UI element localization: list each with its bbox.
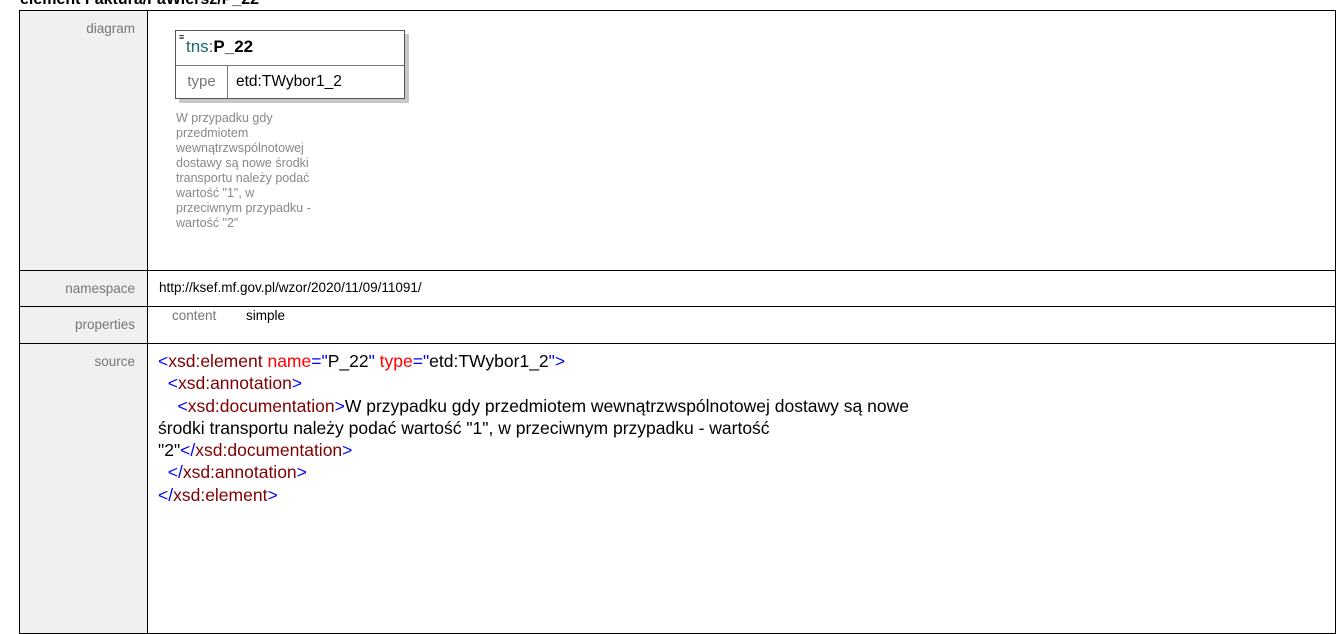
namespace-row: namespace http://ksef.mf.gov.pl/wzor/202… [19,270,1336,307]
properties-table: content simple [148,307,1335,343]
source-tag: xsd:documentation [195,440,343,461]
source-row: source <xsd:element name="P_22" type="et… [19,343,1336,634]
source-attr: type [379,351,413,371]
element-box[interactable]: ≡ tns:P_22 type etd:TWybor1_2 [175,30,405,99]
source-attr-value: P_22 [327,351,369,371]
source-line: <xsd:annotation> [167,373,303,394]
source-cell: <xsd:element name="P_22" type="etd:TWybo… [147,343,1336,634]
source-attr: name [267,351,312,371]
source-attr-value: etd:TWybor1_2 [429,351,549,371]
namespace-value: http://ksef.mf.gov.pl/wzor/2020/11/09/11… [159,280,422,295]
element-doc-table: diagram ≡ tns:P_22 type etd:TWybor1_2 W … [19,10,1336,634]
properties-cell: content simple [147,306,1336,344]
doc-line: wartość "2" [176,216,239,230]
property-key: content [172,308,217,323]
doc-line: przeciwnym przypadku - [176,201,311,215]
source-line: </xsd:element> [158,484,278,505]
element-documentation: W przypadku gdy przedmiotem wewnątrzwspó… [176,111,391,231]
diagram-label: diagram [19,10,148,271]
element-type-row: type etd:TWybor1_2 [176,66,404,98]
source-tag: xsd:documentation [187,395,335,416]
element-type-label: type [176,66,228,98]
properties-row: properties content simple [19,306,1336,344]
doc-line: przedmiotem [176,126,249,140]
namespace-cell: http://ksef.mf.gov.pl/wzor/2020/11/09/11… [147,270,1336,307]
property-value: simple [246,308,286,323]
diagram-cell: ≡ tns:P_22 type etd:TWybor1_2 W przypadk… [147,10,1336,271]
source-code: <xsd:element name="P_22" type="etd:TWybo… [148,344,1335,506]
element-title: ≡ tns:P_22 [176,31,404,66]
page-title: element Faktura/FaWiersz/P_22 [20,0,259,9]
source-tag: xsd:element [168,351,263,371]
doc-line: wewnątrzwspólnotowej [176,141,304,155]
source-tag: xsd:annotation [182,462,297,483]
source-label: source [19,343,148,634]
doc-line: transportu należy podać [176,171,310,185]
element-lines-icon: ≡ [179,32,185,42]
source-text: "2" [158,440,181,461]
element-type-value[interactable]: etd:TWybor1_2 [236,66,342,98]
diagram: ≡ tns:P_22 type etd:TWybor1_2 W przypadk… [148,11,1335,270]
source-line: środki transportu należy podać wartość "… [158,417,1335,439]
source-line: <xsd:documentation>W przypadku gdy przed… [177,395,909,416]
source-line: "2"</xsd:documentation> [158,440,353,461]
diagram-row: diagram ≡ tns:P_22 type etd:TWybor1_2 W … [19,10,1336,271]
source-text: środki transportu należy podać wartość "… [158,417,770,438]
doc-line: dostawy są nowe środki [176,156,309,170]
doc-line: W przypadku gdy [176,111,273,125]
source-text: W przypadku gdy przedmiotem wewnątrzwspó… [344,395,909,416]
source-tag: xsd:annotation [177,373,292,394]
namespace-label: namespace [19,270,148,307]
element-name-local: P_22 [213,37,254,56]
element-name-prefix: tns: [186,37,214,56]
doc-line: wartość "1", w [176,186,255,200]
source-line: <xsd:element name="P_22" type="etd:TWybo… [158,351,566,371]
source-line: </xsd:annotation> [167,462,307,483]
properties-label: properties [19,306,148,344]
source-tag: xsd:element [173,484,268,505]
element-name: tns:P_22 [186,37,253,57]
